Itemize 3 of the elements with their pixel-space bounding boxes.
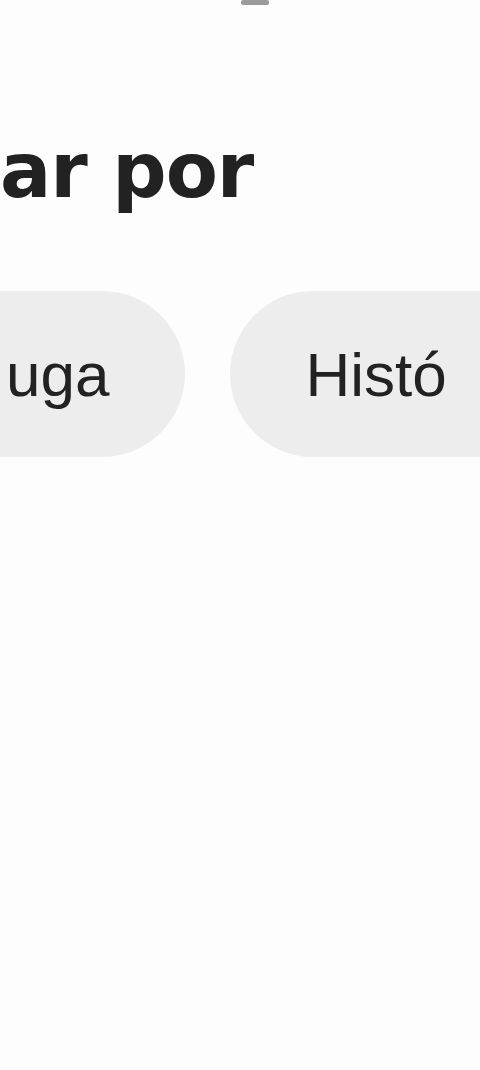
partial-icon: [241, 0, 269, 6]
filter-chip[interactable]: Histó: [230, 291, 480, 457]
filter-chip[interactable]: uga: [0, 291, 186, 457]
